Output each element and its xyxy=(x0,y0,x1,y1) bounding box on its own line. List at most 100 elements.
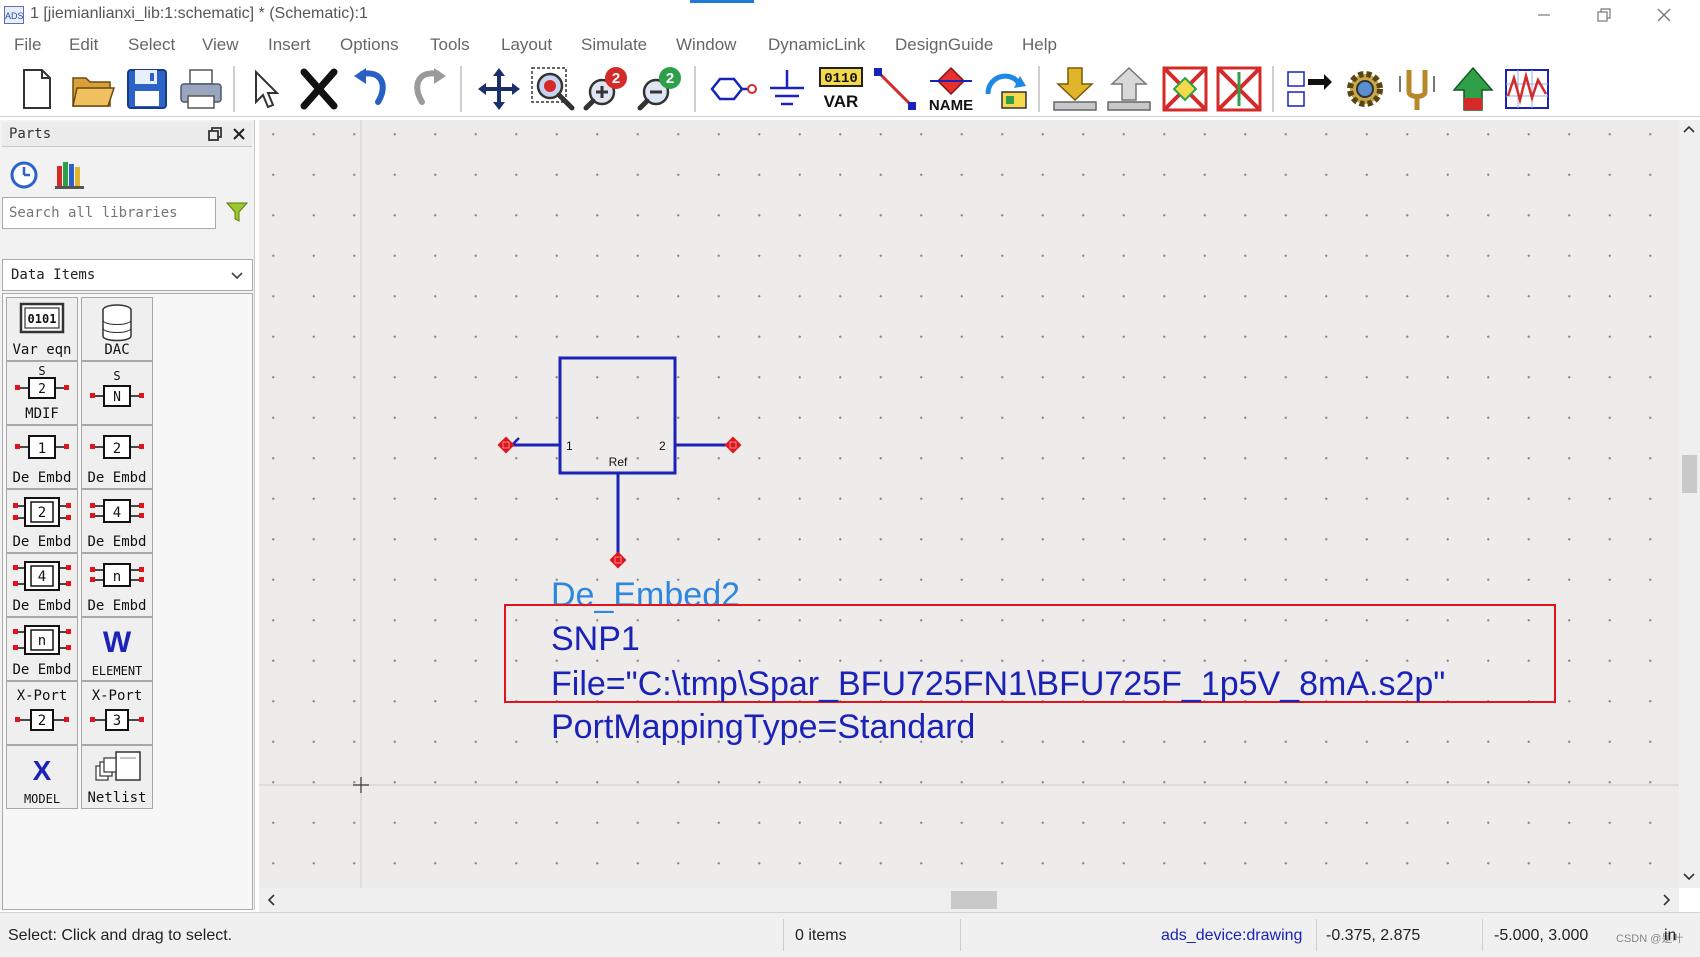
status-bar: Select: Click and drag to select. 0 item… xyxy=(0,912,1700,957)
undock-icon[interactable] xyxy=(208,127,222,141)
short-button[interactable] xyxy=(1214,64,1264,114)
delete-button[interactable] xyxy=(294,64,344,114)
palette-item-snp[interactable]: SN xyxy=(81,361,153,425)
scroll-right-icon[interactable] xyxy=(1662,894,1672,906)
menu-file[interactable]: File xyxy=(14,35,41,55)
save-button[interactable] xyxy=(122,64,172,114)
pop-hierarchy-icon xyxy=(1287,71,1332,107)
insert-name-button[interactable]: NAME xyxy=(926,64,976,114)
menu-edit[interactable]: Edit xyxy=(69,35,98,55)
printer-icon xyxy=(180,69,222,109)
palette-item-deembd-n-boxed[interactable]: n De Embd xyxy=(6,617,78,681)
svg-text:2: 2 xyxy=(38,382,46,397)
undo-button[interactable] xyxy=(348,64,398,114)
title-accent-bar xyxy=(690,0,754,3)
library-books-icon[interactable] xyxy=(54,158,86,190)
close-panel-icon[interactable] xyxy=(232,127,246,141)
menu-select[interactable]: Select xyxy=(128,35,175,55)
palette-item-deembd-2-boxed[interactable]: 2 De Embd xyxy=(6,489,78,553)
filter-icon[interactable] xyxy=(225,200,249,224)
menu-view[interactable]: View xyxy=(202,35,239,55)
toolbar-separator xyxy=(694,66,696,112)
search-input[interactable] xyxy=(2,197,216,229)
push-hierarchy-button[interactable] xyxy=(980,64,1030,114)
menu-simulate[interactable]: Simulate xyxy=(581,35,647,55)
palette-item-xport-2[interactable]: X-Port 2 xyxy=(6,681,78,745)
menu-window[interactable]: Window xyxy=(676,35,736,55)
menu-tools[interactable]: Tools xyxy=(430,35,470,55)
svg-text:2: 2 xyxy=(113,441,121,457)
deactivate-button[interactable] xyxy=(1160,64,1210,114)
menu-help[interactable]: Help xyxy=(1022,35,1057,55)
vertical-scrollbar[interactable] xyxy=(1679,120,1700,888)
crosshair-cursor-icon xyxy=(353,777,369,793)
palette-item-deembd-1[interactable]: 1 De Embd xyxy=(6,425,78,489)
data-display-button[interactable] xyxy=(1502,64,1552,114)
svg-text:NAME: NAME xyxy=(929,97,973,114)
scroll-left-icon[interactable] xyxy=(266,894,276,906)
library-select[interactable]: Data Items xyxy=(2,259,253,291)
push-into-hierarchy-icon xyxy=(985,73,1027,109)
zoom-out-button[interactable]: 2 xyxy=(636,64,686,114)
svg-text:1: 1 xyxy=(38,441,46,457)
pan-button[interactable] xyxy=(474,64,524,114)
insert-var-button[interactable]: 0110 VAR xyxy=(816,64,866,114)
gear-icon xyxy=(1347,71,1383,107)
select-pointer-button[interactable] xyxy=(240,64,290,114)
pop-hierarchy-button[interactable] xyxy=(1284,64,1334,114)
palette-item-netlist[interactable]: Netlist xyxy=(81,745,153,809)
scroll-up-icon[interactable] xyxy=(1683,124,1695,134)
file-parameter: File="C:\tmp\Spar_BFU725FN1\BFU725F_1p5V… xyxy=(551,665,1445,703)
zoom-area-button[interactable] xyxy=(528,64,578,114)
simulation-settings-button[interactable] xyxy=(1340,64,1390,114)
palette-item-deembd-n[interactable]: n De Embd xyxy=(81,553,153,617)
tuning-button[interactable] xyxy=(1392,64,1442,114)
menu-bar: File Edit Select View Insert Options Too… xyxy=(0,30,1700,60)
palette-item-element[interactable]: W ELEMENT xyxy=(81,617,153,681)
menu-designguide[interactable]: DesignGuide xyxy=(895,35,993,55)
open-button[interactable] xyxy=(68,64,118,114)
insert-wire-button[interactable] xyxy=(870,64,920,114)
insert-ground-button[interactable] xyxy=(762,64,812,114)
upload-button[interactable] xyxy=(1104,64,1154,114)
schematic-canvas[interactable]: 1 2 Ref De_Embed2 SNP1 File="C:\tmp\Spar… xyxy=(259,120,1679,888)
status-unit: in xyxy=(1664,927,1677,944)
menu-options[interactable]: Options xyxy=(340,35,399,55)
palette-item-deembd-4-boxed[interactable]: 4 De Embd xyxy=(6,553,78,617)
insert-port-button[interactable] xyxy=(708,64,758,114)
palette-item-vareqn[interactable]: 0101 Var eqn xyxy=(6,297,78,361)
palette-item-deembd-2[interactable]: 2 De Embd xyxy=(81,425,153,489)
pointer-arrow-icon xyxy=(255,69,280,109)
palette-item-mdif[interactable]: S 2 MDIF xyxy=(6,361,78,425)
download-button[interactable] xyxy=(1050,64,1100,114)
port2-label: 2 xyxy=(659,439,666,453)
menu-dynamiclink[interactable]: DynamicLink xyxy=(768,35,865,55)
minimize-button[interactable] xyxy=(1514,0,1574,30)
restore-button[interactable] xyxy=(1574,0,1634,30)
title-bar: ADS 1 [jiemianlianxi_lib:1:schematic] * … xyxy=(0,0,1700,30)
palette-item-deembd-4[interactable]: 4 De Embd xyxy=(81,489,153,553)
name-label-icon: NAME xyxy=(929,66,973,114)
new-button[interactable] xyxy=(12,64,62,114)
status-layer[interactable]: ads_device:drawing xyxy=(1161,927,1302,945)
svg-text:2: 2 xyxy=(38,713,46,729)
vertical-scroll-thumb[interactable] xyxy=(1682,455,1697,493)
simulate-button[interactable] xyxy=(1448,64,1498,114)
menu-layout[interactable]: Layout xyxy=(501,35,552,55)
scroll-down-icon[interactable] xyxy=(1683,872,1695,882)
palette-item-dac[interactable]: DAC xyxy=(81,297,153,361)
close-button[interactable] xyxy=(1634,0,1694,30)
horizontal-scroll-thumb[interactable] xyxy=(951,891,997,909)
horizontal-scrollbar[interactable] xyxy=(259,888,1679,912)
schematic-drawing: 1 2 Ref De_Embed2 SNP1 File="C:\tmp\Spar… xyxy=(259,120,1679,888)
tuning-fork-icon xyxy=(1399,70,1435,110)
history-clock-icon[interactable] xyxy=(9,160,39,190)
palette-item-xport-3[interactable]: X-Port 3 xyxy=(81,681,153,745)
zoom-in-button[interactable]: 2 xyxy=(582,64,632,114)
redo-button[interactable] xyxy=(402,64,452,114)
menu-insert[interactable]: Insert xyxy=(268,35,311,55)
library-select-value: Data Items xyxy=(11,267,96,283)
print-button[interactable] xyxy=(176,64,226,114)
component-palette: 0101 Var eqn DAC S2 MDIF SN 1 De Embd 2 … xyxy=(2,293,253,910)
palette-item-model[interactable]: X MODEL xyxy=(6,745,78,809)
